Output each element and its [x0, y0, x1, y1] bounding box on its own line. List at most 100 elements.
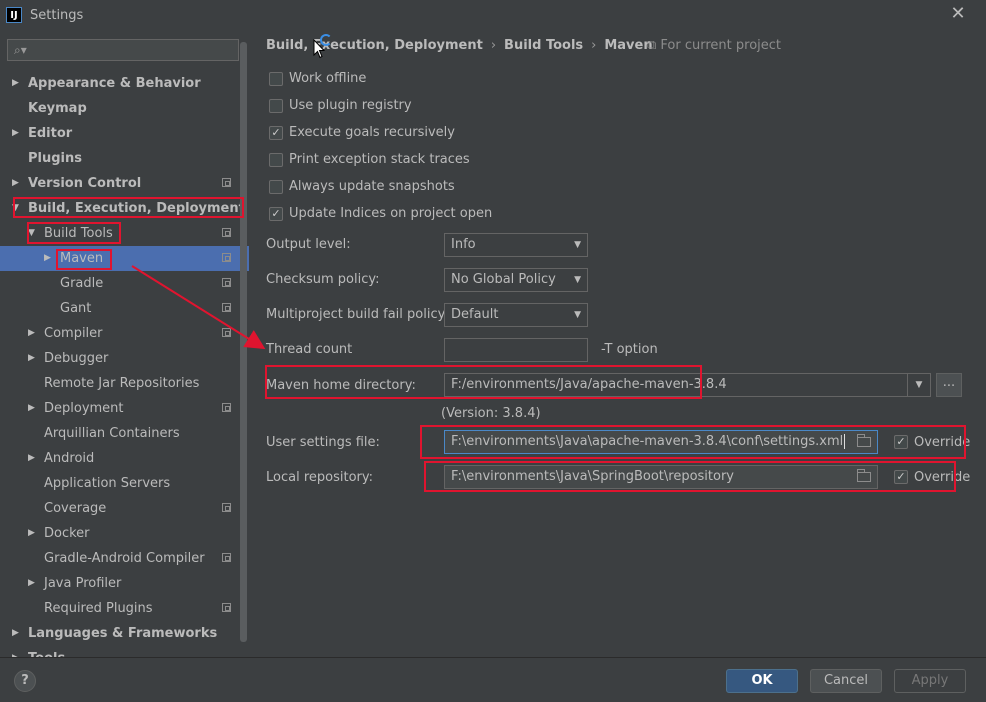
user-settings-input[interactable]: F:\environments\Java\apache-maven-3.8.4\…: [444, 430, 878, 454]
sidebar-item-maven[interactable]: ▶ Maven: [0, 246, 249, 271]
output-level-select[interactable]: Info ▼: [444, 233, 588, 257]
expand-arrow-right-icon[interactable]: ▶: [28, 321, 35, 346]
expand-arrow-right-icon[interactable]: ▶: [12, 121, 19, 146]
sidebar-item-build-execution-deployment[interactable]: ▼ Build, Execution, Deployment: [0, 196, 249, 221]
sidebar-item-label: Deployment: [44, 401, 124, 416]
sidebar-item-label: Coverage: [44, 501, 107, 516]
breadcrumb-separator: ›: [591, 38, 597, 53]
expand-arrow-right-icon[interactable]: ▶: [12, 71, 19, 96]
sidebar-item-gant[interactable]: Gant: [0, 296, 249, 321]
sidebar-item-debugger[interactable]: ▶ Debugger: [0, 346, 249, 371]
sidebar-item-application-servers[interactable]: Application Servers: [0, 471, 249, 496]
sidebar-item-appearance-behavior[interactable]: ▶ Appearance & Behavior: [0, 71, 249, 96]
folder-icon[interactable]: [857, 434, 871, 447]
checkbox-label: Work offline: [289, 71, 367, 86]
checkbox[interactable]: [269, 72, 283, 86]
project-scope-icon: [222, 228, 231, 237]
sidebar-item-gradle[interactable]: Gradle: [0, 271, 249, 296]
sidebar-item-android[interactable]: ▶ Android: [0, 446, 249, 471]
apply-button[interactable]: Apply: [894, 669, 966, 693]
sidebar-item-compiler[interactable]: ▶ Compiler: [0, 321, 249, 346]
checkbox[interactable]: ✓: [269, 207, 283, 221]
sidebar-item-label: Tools: [28, 646, 65, 657]
sidebar-item-label: Debugger: [44, 351, 109, 366]
sidebar-item-editor[interactable]: ▶ Editor: [0, 121, 249, 146]
sidebar-item-required-plugins[interactable]: Required Plugins: [0, 596, 249, 621]
user-settings-override-checkbox[interactable]: ✓: [894, 435, 908, 449]
expand-arrow-right-icon[interactable]: ▶: [28, 571, 35, 596]
text-cursor: [844, 434, 846, 449]
for-current-project-label: ⧉ For current project: [647, 38, 782, 53]
checksum-policy-select[interactable]: No Global Policy ▼: [444, 268, 588, 292]
sidebar-item-remote-jar-repositories[interactable]: Remote Jar Repositories: [0, 371, 249, 396]
help-button[interactable]: ?: [14, 670, 36, 692]
sidebar-item-docker[interactable]: ▶ Docker: [0, 521, 249, 546]
sidebar-item-deployment[interactable]: ▶ Deployment: [0, 396, 249, 421]
checkbox-label: Print exception stack traces: [289, 152, 470, 167]
project-scope-icon: [222, 178, 231, 187]
sidebar-item-languages-frameworks[interactable]: ▶ Languages & Frameworks: [0, 621, 249, 646]
checkbox[interactable]: [269, 99, 283, 113]
local-repository-input[interactable]: F:\environments\Java\SpringBoot\reposito…: [444, 465, 878, 489]
local-repository-override-checkbox[interactable]: ✓: [894, 470, 908, 484]
browse-button[interactable]: ...: [936, 373, 962, 397]
thread-count-input[interactable]: [444, 338, 588, 362]
expand-arrow-right-icon[interactable]: ▶: [28, 396, 35, 421]
sidebar-item-build-tools[interactable]: ▼ Build Tools: [0, 221, 249, 246]
expand-arrow-down-icon[interactable]: ▼: [28, 221, 35, 246]
sidebar-scrollbar[interactable]: [240, 42, 247, 642]
checkbox[interactable]: [269, 180, 283, 194]
sidebar-item-label: Plugins: [28, 151, 82, 166]
breadcrumb-separator: ›: [490, 38, 497, 53]
chevron-down-icon[interactable]: ▼: [907, 374, 930, 396]
sidebar-item-java-profiler[interactable]: ▶ Java Profiler: [0, 571, 249, 596]
settings-sidebar: ⌕▾ ▶ Appearance & Behavior Keymap ▶ Editor Pl…: [0, 32, 249, 657]
expand-arrow-right-icon[interactable]: ▶: [28, 346, 35, 371]
local-repository-label: Local repository:: [266, 470, 373, 485]
expand-arrow-down-icon[interactable]: ▼: [12, 196, 19, 221]
sidebar-item-label: Editor: [28, 126, 73, 141]
multiproject-fail-policy-select[interactable]: Default ▼: [444, 303, 588, 327]
sidebar-item-coverage[interactable]: Coverage: [0, 496, 249, 521]
expand-arrow-right-icon[interactable]: ▶: [12, 646, 19, 657]
ok-button[interactable]: OK: [726, 669, 798, 693]
expand-arrow-right-icon[interactable]: ▶: [28, 521, 35, 546]
sidebar-item-label: Gradle: [60, 276, 104, 291]
checksum-policy-label: Checksum policy:: [266, 272, 380, 287]
sidebar-item-label: Remote Jar Repositories: [44, 376, 200, 391]
expand-arrow-right-icon[interactable]: ▶: [12, 621, 19, 646]
cancel-button[interactable]: Cancel: [810, 669, 882, 693]
dialog-footer: ? OK Cancel Apply: [0, 657, 986, 702]
sidebar-item-label: Keymap: [28, 101, 87, 116]
sidebar-item-label: Application Servers: [44, 476, 171, 491]
sidebar-item-label: Docker: [44, 526, 90, 541]
expand-arrow-right-icon[interactable]: ▶: [28, 446, 35, 471]
sidebar-item-tools[interactable]: ▶ Tools: [0, 646, 249, 657]
sidebar-item-keymap[interactable]: Keymap: [0, 96, 249, 121]
checkbox-label: Always update snapshots: [289, 179, 455, 194]
search-input[interactable]: ⌕▾: [7, 39, 239, 61]
folder-icon[interactable]: [857, 469, 871, 482]
sidebar-item-arquillian-containers[interactable]: Arquillian Containers: [0, 421, 249, 446]
expand-arrow-right-icon[interactable]: ▶: [44, 246, 51, 271]
checkbox[interactable]: ✓: [269, 126, 283, 140]
checkbox-label: Use plugin registry: [289, 98, 412, 113]
sidebar-item-label: Android: [44, 451, 95, 466]
checkbox[interactable]: [269, 153, 283, 167]
project-scope-icon: [222, 553, 231, 562]
expand-arrow-right-icon[interactable]: ▶: [12, 171, 19, 196]
sidebar-item-label: Java Profiler: [44, 576, 122, 591]
loading-spinner-icon: [320, 34, 332, 46]
sidebar-item-version-control[interactable]: ▶ Version Control: [0, 171, 249, 196]
project-scope-icon: [222, 503, 231, 512]
maven-home-input[interactable]: F:/environments/Java/apache-maven-3.8.4 …: [444, 373, 931, 397]
thread-count-label: Thread count: [266, 342, 353, 357]
breadcrumb-item[interactable]: Build Tools: [504, 38, 583, 53]
breadcrumb-item[interactable]: Build, Execution, Deployment: [266, 38, 483, 53]
window-title: Settings: [30, 8, 84, 23]
sidebar-item-gradle-android-compiler[interactable]: Gradle-Android Compiler: [0, 546, 249, 571]
sidebar-item-label: Build Tools: [44, 226, 113, 241]
sidebar-item-plugins[interactable]: Plugins: [0, 146, 249, 171]
sidebar-item-label: Arquillian Containers: [44, 426, 180, 441]
close-icon[interactable]: ✕: [948, 4, 968, 24]
